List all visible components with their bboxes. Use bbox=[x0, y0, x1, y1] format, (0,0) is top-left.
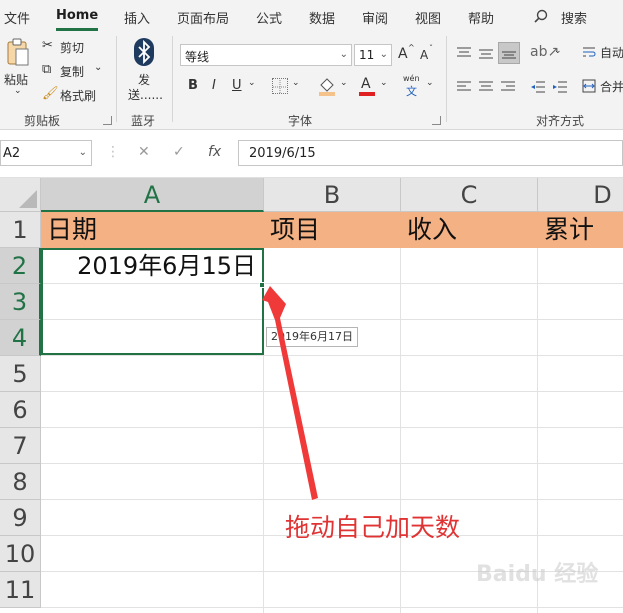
cut-button[interactable]: ✂ 剪切 bbox=[42, 38, 92, 56]
font-size-select[interactable]: 11 ⌄ bbox=[354, 44, 392, 66]
ribbon: 粘贴 ⌄ ✂ 剪切 ⧉ 复制 ⌄ 🖌 格式刷 剪贴板 发 送...... 蓝牙 … bbox=[0, 32, 623, 130]
font-color-button[interactable]: A bbox=[358, 76, 378, 96]
paint-bucket-icon bbox=[319, 78, 335, 96]
chevron-down-icon: ⌄ bbox=[78, 147, 87, 158]
chevron-down-icon: ⌄ bbox=[292, 78, 300, 88]
font-name-select[interactable]: 等线 ⌄ bbox=[180, 44, 352, 66]
group-divider bbox=[116, 36, 117, 122]
tab-page-layout[interactable]: 页面布局 bbox=[177, 8, 229, 27]
arrow-icon bbox=[262, 286, 318, 500]
copy-button[interactable]: ⧉ 复制 ⌄ bbox=[42, 62, 106, 80]
merge-center-button[interactable]: 合并 bbox=[582, 78, 623, 96]
dialog-launcher-icon[interactable] bbox=[432, 116, 441, 125]
ribbon-tab-bar: 文件 Home 插入 页面布局 公式 数据 审阅 视图 帮助 搜索 bbox=[0, 0, 623, 32]
group-divider bbox=[446, 36, 447, 122]
align-bottom-button[interactable] bbox=[498, 42, 520, 64]
paste-button[interactable]: 粘贴 ⌄ bbox=[4, 38, 32, 98]
bluetooth-icon bbox=[134, 38, 154, 66]
chevron-down-icon: ⌄ bbox=[340, 78, 348, 88]
copy-icon: ⧉ bbox=[42, 62, 52, 77]
alignment-group-label: 对齐方式 bbox=[536, 114, 585, 128]
cancel-icon[interactable]: ✕ bbox=[138, 144, 150, 160]
caret-up-icon: ^ bbox=[408, 43, 415, 52]
annotation-text: 拖动自己加天数 bbox=[285, 513, 461, 542]
cut-label: 剪切 bbox=[60, 41, 85, 55]
formula-bar: A2 ⌄ ⋮ ✕ ✓ fx 2019/6/15 bbox=[0, 130, 623, 178]
wrap-text-button[interactable]: 自动 bbox=[582, 44, 623, 62]
chevron-down-icon: ⌄ bbox=[339, 49, 348, 60]
align-middle-icon[interactable] bbox=[478, 46, 494, 60]
copy-label: 复制 bbox=[60, 65, 85, 79]
bold-button[interactable]: B bbox=[188, 78, 198, 93]
tab-home[interactable]: Home bbox=[56, 8, 98, 23]
name-box[interactable]: A2 ⌄ bbox=[0, 140, 92, 166]
tab-file[interactable]: 文件 bbox=[4, 8, 30, 27]
tab-help[interactable]: 帮助 bbox=[468, 8, 494, 27]
merge-icon bbox=[582, 79, 596, 93]
paste-icon bbox=[7, 38, 29, 66]
align-right-icon[interactable] bbox=[500, 80, 516, 94]
caret-down-icon: ˇ bbox=[429, 44, 433, 53]
chevron-down-icon: ⌄ bbox=[94, 62, 103, 73]
shrink-font-button[interactable]: A bbox=[420, 48, 428, 62]
enter-icon[interactable]: ✓ bbox=[173, 144, 185, 160]
font-color-label: A bbox=[361, 76, 371, 92]
borders-button[interactable] bbox=[272, 78, 288, 94]
bluetooth-group-label: 蓝牙 bbox=[131, 114, 156, 128]
clipboard-group-label: 剪贴板 bbox=[24, 114, 61, 128]
tab-data[interactable]: 数据 bbox=[309, 8, 335, 27]
fill-color-button[interactable] bbox=[318, 76, 338, 96]
chevron-down-icon: ⌄ bbox=[379, 49, 388, 60]
increase-indent-icon[interactable] bbox=[552, 80, 568, 94]
brush-icon: 🖌 bbox=[42, 86, 59, 101]
tab-search[interactable]: 搜索 bbox=[561, 8, 587, 27]
chevron-down-icon: ⌄ bbox=[248, 78, 256, 88]
grow-font-button[interactable]: A bbox=[398, 46, 408, 62]
formula-input[interactable]: 2019/6/15 bbox=[238, 140, 623, 166]
font-group-label: 字体 bbox=[288, 114, 313, 128]
format-painter-button[interactable]: 🖌 格式刷 bbox=[42, 86, 102, 104]
search-icon[interactable] bbox=[534, 9, 548, 23]
chevron-down-icon: ⌄ bbox=[554, 46, 562, 56]
chevron-down-icon: ⌄ bbox=[14, 86, 22, 96]
align-left-icon[interactable] bbox=[456, 80, 472, 94]
align-bottom-icon bbox=[502, 51, 516, 59]
chevron-down-icon: ⌄ bbox=[380, 78, 388, 88]
borders-icon bbox=[273, 80, 287, 94]
font-color-swatch bbox=[359, 92, 375, 96]
format-painter-label: 格式刷 bbox=[60, 89, 97, 103]
name-box-value: A2 bbox=[3, 146, 21, 161]
tab-view[interactable]: 视图 bbox=[415, 8, 441, 27]
active-tab-indicator bbox=[56, 28, 98, 31]
worksheet-grid: A B C D 1 2 3 4 5 6 7 8 9 10 11 日期 项目 收入… bbox=[0, 178, 623, 613]
merge-label: 合并 bbox=[600, 80, 623, 94]
align-center-icon[interactable] bbox=[478, 80, 494, 94]
font-name-value: 等线 bbox=[185, 50, 210, 64]
tab-insert[interactable]: 插入 bbox=[124, 8, 150, 27]
scissors-icon: ✂ bbox=[42, 38, 53, 53]
bluetooth-send-button[interactable]: 发 送...... bbox=[126, 38, 164, 104]
phonetic-bottom: 文 bbox=[406, 85, 417, 98]
more-options-icon[interactable]: ⋮ bbox=[106, 144, 120, 160]
italic-button[interactable]: I bbox=[212, 78, 216, 93]
font-size-value: 11 bbox=[359, 48, 375, 62]
underline-button[interactable]: U bbox=[232, 78, 242, 93]
wrap-text-label: 自动 bbox=[600, 46, 623, 60]
red-arrow-annotation bbox=[262, 286, 318, 500]
insert-function-icon[interactable]: fx bbox=[208, 144, 221, 160]
phonetic-top: wén bbox=[403, 74, 420, 83]
align-top-icon[interactable] bbox=[456, 46, 472, 60]
send-label-line2: 送...... bbox=[128, 88, 163, 102]
phonetic-guide-button[interactable]: wén 文 bbox=[402, 74, 424, 98]
baidu-watermark: Baidu 经验 bbox=[476, 562, 599, 587]
decrease-indent-icon[interactable] bbox=[530, 80, 546, 94]
wrap-text-icon bbox=[583, 47, 596, 57]
tab-review[interactable]: 审阅 bbox=[362, 8, 388, 27]
group-divider bbox=[172, 36, 173, 122]
dialog-launcher-icon[interactable] bbox=[103, 116, 112, 125]
tab-formulas[interactable]: 公式 bbox=[256, 8, 282, 27]
chevron-down-icon: ⌄ bbox=[426, 78, 434, 88]
